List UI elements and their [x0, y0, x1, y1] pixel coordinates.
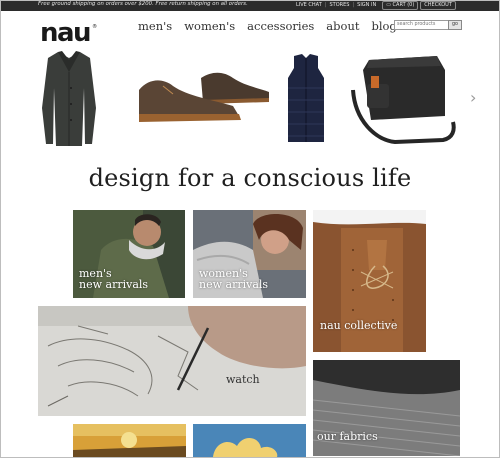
tile-our-fabrics[interactable]: our fabrics — [313, 360, 460, 456]
tagline: design for a conscious life — [88, 164, 412, 192]
product-mens-jacket[interactable] — [38, 48, 100, 150]
nav-blog[interactable]: blog — [371, 19, 396, 33]
stores-link[interactable]: STORES — [329, 2, 349, 8]
tile-mens-new-arrivals[interactable]: men's new arrivals — [73, 210, 185, 298]
cart-icon: ▭ — [386, 1, 391, 8]
product-leather-shoes[interactable] — [133, 64, 273, 128]
cart-label: CART (0) — [392, 1, 415, 8]
shipping-promo: Free ground shipping on orders over $200… — [38, 1, 248, 7]
carousel-next-arrow[interactable]: › — [470, 88, 476, 107]
registered-mark: ® — [92, 24, 98, 30]
nav-womens[interactable]: women's — [184, 19, 235, 33]
product-messenger-bag[interactable] — [345, 50, 459, 146]
checkout-button[interactable]: CHECKOUT — [420, 0, 456, 10]
live-chat-link[interactable]: LIVE CHAT — [296, 2, 322, 8]
tile-nau-collective[interactable]: nau collective — [313, 210, 426, 352]
nav-about[interactable]: about — [326, 19, 359, 33]
sky-photo — [193, 424, 306, 457]
watch-label: watch — [226, 373, 260, 386]
mens-label-line2: new arrivals — [79, 278, 149, 291]
logo-text: nau — [40, 18, 92, 48]
search-go-button[interactable]: go — [448, 20, 462, 30]
tile-sky-photo[interactable] — [193, 424, 306, 457]
womens-label-line2: new arrivals — [199, 278, 269, 291]
tile-womens-new-arrivals[interactable]: women's new arrivals — [193, 210, 306, 298]
divider: | — [352, 2, 355, 8]
sign-in-link[interactable]: SIGN IN — [357, 2, 376, 8]
main-nav: men's women's accessories about blog — [138, 19, 409, 33]
utility-links: LIVE CHAT | STORES | SIGN IN ▭ CART (0) … — [296, 0, 456, 10]
product-puffer-vest[interactable] — [284, 52, 328, 146]
tile-watch-video[interactable]: watch — [38, 306, 306, 416]
nau-logo[interactable]: nau ® — [40, 14, 97, 46]
search-input[interactable]: search products — [394, 20, 450, 30]
nav-accessories[interactable]: accessories — [247, 19, 314, 33]
collective-label: nau collective — [320, 319, 398, 332]
tile-sunset-photo[interactable] — [73, 424, 186, 457]
watch-photo — [38, 306, 306, 416]
nav-mens[interactable]: men's — [138, 19, 172, 33]
cart-button[interactable]: ▭ CART (0) — [382, 0, 419, 10]
sunset-photo — [73, 424, 186, 457]
fabrics-label: our fabrics — [317, 430, 378, 443]
divider: | — [324, 2, 327, 8]
